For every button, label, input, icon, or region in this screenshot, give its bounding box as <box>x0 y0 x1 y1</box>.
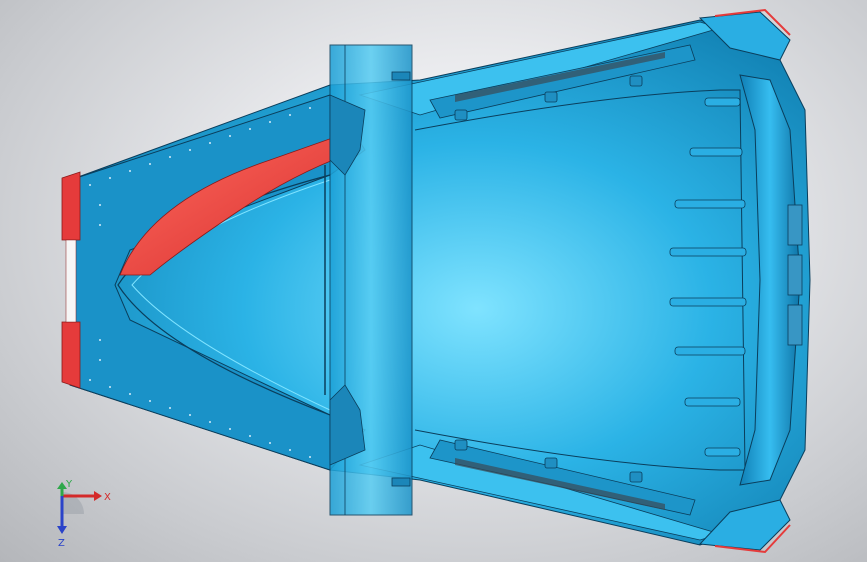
coordinate-triad-icon: X Y Z <box>57 480 111 549</box>
z-axis-arrow <box>57 526 67 534</box>
section-cut-face-left-bottom[interactable] <box>61 321 81 389</box>
z-axis-label: Z <box>58 538 65 549</box>
graphics-viewport[interactable]: X Y Z <box>0 0 867 562</box>
nacelle-model[interactable] <box>0 0 867 562</box>
end-channel-slots <box>787 204 803 346</box>
x-axis-arrow <box>94 491 102 501</box>
x-axis-label: X <box>104 492 111 503</box>
section-cut-face-left-mid <box>65 239 77 323</box>
y-axis-label: Y <box>65 480 73 490</box>
section-cut-face-left-top[interactable] <box>61 171 81 241</box>
